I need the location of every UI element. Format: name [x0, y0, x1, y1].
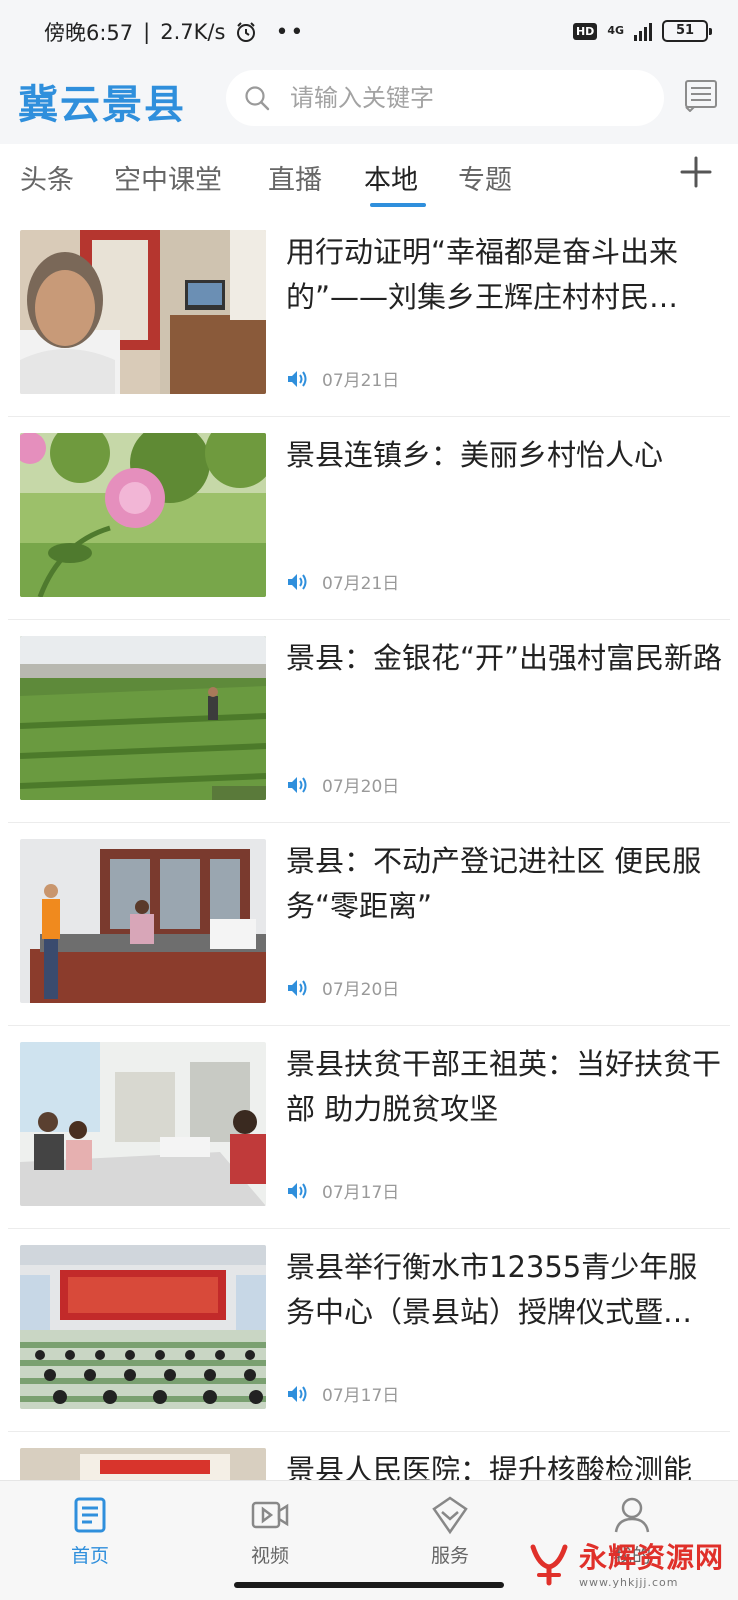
- status-left: 傍晚6:57 | 2.7K/s ••: [44, 17, 305, 47]
- tab-headlines[interactable]: 头条: [20, 158, 74, 197]
- news-date: 07月21日: [322, 371, 400, 391]
- news-thumbnail: [20, 839, 266, 1003]
- tab-sky-classroom[interactable]: 空中课堂: [114, 158, 222, 197]
- nav-video-label: 视频: [250, 1545, 289, 1567]
- news-thumbnail: [20, 433, 266, 597]
- news-meta: 07月17日: [286, 1381, 399, 1406]
- news-meta: 07月21日: [286, 569, 399, 594]
- news-item[interactable]: 景县连镇乡：美丽乡村怡人心 07月21日: [8, 417, 730, 620]
- home-indicator[interactable]: [234, 1582, 504, 1588]
- watermark-text: 永辉资源网: [578, 1541, 724, 1574]
- news-date: 07月17日: [322, 1386, 400, 1406]
- watermark-url: www.yhkjjj.com: [578, 1576, 679, 1589]
- status-net-speed: 2.7K/s: [160, 20, 226, 44]
- news-item[interactable]: 景县举行衡水市12355青少年服务中心（景县站）授牌仪式暨… 07月17日: [8, 1229, 730, 1432]
- news-thumbnail: [20, 230, 266, 394]
- nav-service-label: 服务: [430, 1545, 469, 1567]
- news-title: 景县：不动产登记进社区 便民服务“零距离”: [286, 844, 702, 923]
- status-right: HD 4G 51: [572, 20, 712, 42]
- search-input[interactable]: [290, 84, 630, 112]
- news-date: 07月20日: [322, 980, 400, 1000]
- news-meta: 07月21日: [286, 366, 399, 391]
- watermark-logo-icon: [530, 1544, 568, 1585]
- active-tab-indicator: [370, 203, 426, 207]
- search-icon: [245, 86, 270, 111]
- audio-icon[interactable]: [286, 369, 308, 389]
- news-date: 07月21日: [322, 574, 400, 594]
- news-meta: 07月20日: [286, 772, 399, 797]
- news-item[interactable]: 景县扶贫干部王祖英：当好扶贫干部 助力脱贫攻坚 07月17日: [8, 1026, 730, 1229]
- news-meta: 07月17日: [286, 1178, 399, 1203]
- tab-live[interactable]: 直播: [268, 158, 322, 197]
- news-title: 用行动证明“幸福都是奋斗出来的”——刘集乡王辉庄村村民…: [286, 235, 679, 314]
- news-thumbnail: [20, 1042, 266, 1206]
- news-item[interactable]: 用行动证明“幸福都是奋斗出来的”——刘集乡王辉庄村村民… 07月21日: [8, 214, 730, 417]
- service-icon: [432, 1496, 468, 1535]
- news-title: 景县：金银花“开”出强村富民新路: [286, 641, 723, 675]
- news-title: 景县扶贫干部王祖英：当好扶贫干部 助力脱贫攻坚: [286, 1047, 722, 1126]
- news-list: 用行动证明“幸福都是奋斗出来的”——刘集乡王辉庄村村民… 07月21日 景县连镇…: [0, 214, 738, 1600]
- status-time: 傍晚6:57: [44, 21, 134, 45]
- audio-icon[interactable]: [286, 978, 308, 998]
- audio-icon[interactable]: [286, 1384, 308, 1404]
- audio-icon[interactable]: [286, 572, 308, 592]
- more-notifications-icon: ••: [275, 19, 306, 45]
- nav-home-label: 首页: [70, 1545, 109, 1567]
- app-logo-title: 冀云景县: [18, 82, 186, 128]
- search-bar[interactable]: [226, 70, 664, 126]
- news-date: 07月20日: [322, 777, 400, 797]
- add-channel-icon[interactable]: [678, 154, 714, 190]
- nav-home[interactable]: 首页: [30, 1495, 150, 1568]
- nav-video[interactable]: 视频: [210, 1495, 330, 1568]
- news-thumbnail: [20, 1245, 266, 1409]
- nav-service[interactable]: 服务: [390, 1495, 510, 1568]
- signal-icon: [634, 21, 652, 41]
- home-news-icon: [74, 1497, 106, 1533]
- channel-tabs: 头条 空中课堂 直播 本地 专题: [0, 144, 738, 214]
- site-watermark: 永辉资源网 www.yhkjjj.com: [525, 1536, 724, 1589]
- news-title: 景县连镇乡：美丽乡村怡人心: [286, 438, 664, 472]
- news-meta: 07月20日: [286, 975, 399, 1000]
- battery-icon: 51: [662, 20, 712, 42]
- news-item[interactable]: 景县：金银花“开”出强村富民新路 07月20日: [8, 620, 730, 823]
- battery-level: 51: [675, 23, 695, 38]
- network-type: 4G: [607, 24, 624, 37]
- audio-icon[interactable]: [286, 1181, 308, 1201]
- tab-local[interactable]: 本地: [364, 158, 418, 197]
- audio-icon[interactable]: [286, 775, 308, 795]
- app-header: 冀云景县: [0, 66, 738, 144]
- hd-badge: HD: [572, 22, 598, 40]
- news-item[interactable]: 景县：不动产登记进社区 便民服务“零距离” 07月20日: [8, 823, 730, 1026]
- tab-special[interactable]: 专题: [458, 158, 512, 197]
- message-list-icon[interactable]: [684, 78, 718, 112]
- news-thumbnail: [20, 636, 266, 800]
- status-bar: 傍晚6:57 | 2.7K/s •• HD 4G 51: [0, 0, 738, 66]
- profile-icon: [614, 1497, 650, 1533]
- alarm-icon: [237, 22, 256, 42]
- news-date: 07月17日: [322, 1183, 400, 1203]
- news-title: 景县举行衡水市12355青少年服务中心（景县站）授牌仪式暨…: [286, 1250, 698, 1329]
- video-icon: [251, 1501, 289, 1529]
